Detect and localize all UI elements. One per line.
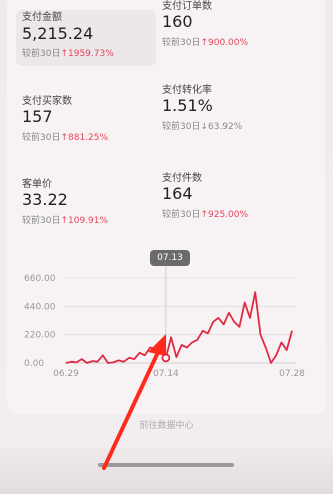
metric-label: 支付转化率 [162, 85, 212, 96]
compare-prefix: 较前30日 [162, 38, 201, 48]
compare-prefix: 较前30日 [162, 210, 201, 220]
metric-item-count[interactable]: 支付件数 164 较前30日↑925.00% [162, 169, 302, 225]
trend-line-chart[interactable]: 0.00 220.00 440.00 660.00 06.29 07.14 07.28 [0, 245, 333, 385]
compare-change: ↑881.25% [60, 133, 109, 143]
metric-label: 支付件数 [162, 173, 202, 184]
metric-label: 支付金额 [22, 12, 62, 23]
compare-change: ↓63.92% [200, 122, 243, 132]
y-tick-label: 0.00 [24, 359, 44, 369]
metric-value: 157 [22, 107, 53, 126]
compare-change: ↑925.00% [200, 210, 249, 220]
metric-value: 33.22 [22, 190, 68, 209]
y-tick-label: 220.00 [24, 331, 56, 341]
phone-screen: 支付金额 5,215.24 较前30日↑1959.73% 支付订单数 160 较… [0, 0, 333, 494]
data-center-link[interactable]: 前往数据中心 [0, 418, 333, 431]
metric-conversion-rate[interactable]: 支付转化率 1.51% 较前30日↓63.92% [162, 81, 302, 137]
metric-avg-order-value[interactable]: 客单价 33.22 较前30日↑109.91% [22, 175, 162, 231]
metric-order-count[interactable]: 支付订单数 160 较前30日↑900.00% [162, 0, 302, 53]
metric-compare: 较前30日↑900.00% [162, 35, 248, 48]
metric-compare: 较前30日↑1959.73% [22, 46, 114, 59]
metric-buyer-count[interactable]: 支付买家数 157 较前30日↑881.25% [22, 92, 162, 148]
compare-prefix: 较前30日 [22, 49, 61, 59]
series-line [65, 291, 293, 364]
metric-compare: 较前30日↑109.91% [22, 213, 108, 226]
metric-label: 支付买家数 [22, 96, 72, 107]
compare-prefix: 较前30日 [22, 133, 61, 143]
x-tick-label: 07.14 [153, 369, 179, 379]
metric-value: 1.51% [162, 96, 213, 115]
metric-value: 5,215.24 [22, 24, 94, 43]
compare-change: ↑109.91% [60, 216, 109, 226]
metric-value: 160 [162, 12, 193, 31]
metric-label: 客单价 [22, 179, 52, 190]
metric-compare: 较前30日↑881.25% [22, 130, 108, 143]
metric-payment-amount[interactable]: 支付金额 5,215.24 较前30日↑1959.73% [16, 10, 156, 66]
compare-prefix: 较前30日 [162, 122, 201, 132]
x-tick-label: 06.29 [53, 369, 79, 379]
compare-change: ↑900.00% [200, 38, 249, 48]
highlight-point [161, 353, 171, 363]
metric-label: 支付订单数 [162, 1, 212, 12]
bottom-shade [0, 440, 333, 494]
home-indicator[interactable] [98, 463, 234, 467]
y-tick-label: 440.00 [24, 302, 56, 312]
compare-prefix: 较前30日 [22, 216, 61, 226]
chart-tooltip: 07.13 [150, 250, 190, 266]
metric-compare: 较前30日↓63.92% [162, 119, 242, 132]
y-tick-label: 660.00 [24, 274, 56, 284]
x-tick-label: 07.28 [279, 369, 305, 379]
metric-compare: 较前30日↑925.00% [162, 207, 248, 220]
compare-change: ↑1959.73% [60, 49, 114, 59]
metric-value: 164 [162, 184, 193, 203]
